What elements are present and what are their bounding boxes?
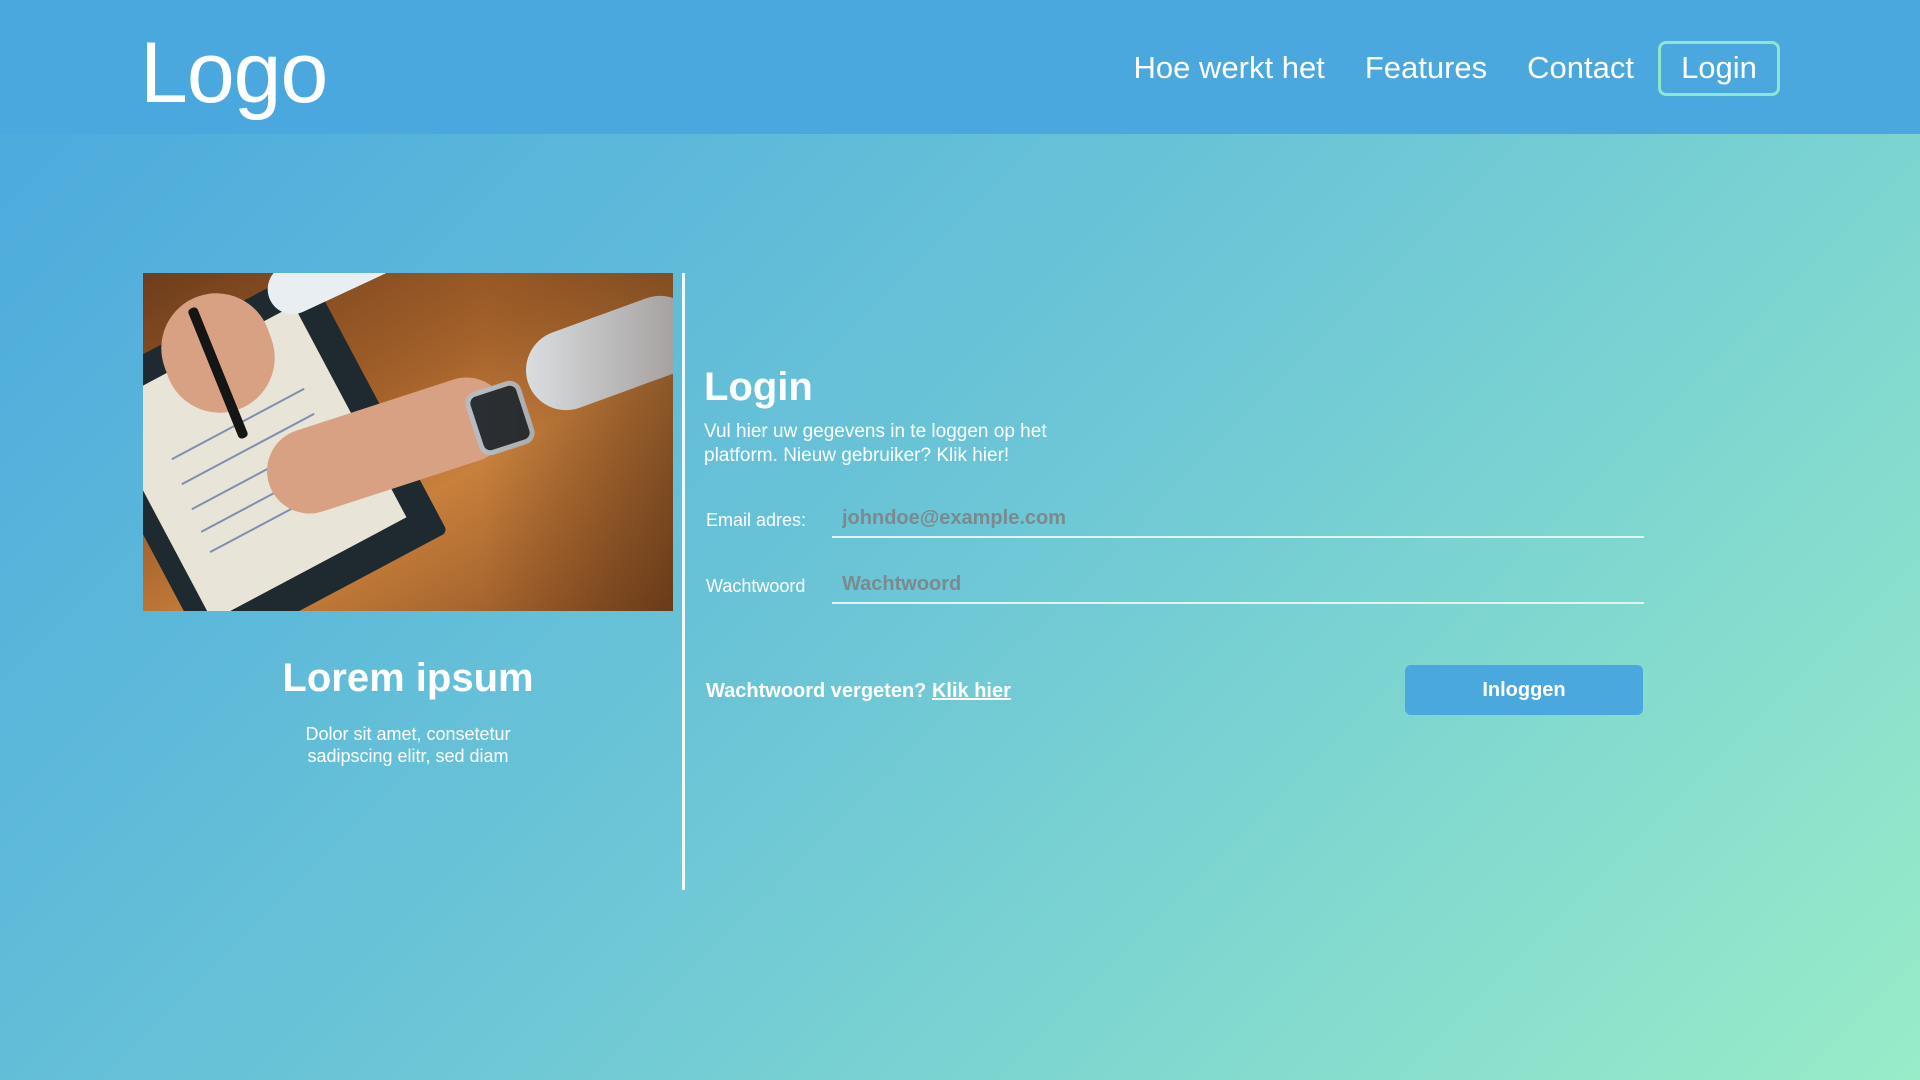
email-row: Email adres: — [706, 500, 1646, 540]
forgot-password-text: Wachtwoord vergeten? — [706, 680, 927, 702]
main-nav: Hoe werkt het Features Contact Login — [1094, 40, 1780, 96]
nav-link-hoe-werkt-het[interactable]: Hoe werkt het — [1134, 50, 1325, 86]
logo[interactable]: Logo — [140, 24, 328, 123]
email-input[interactable] — [832, 500, 1644, 538]
info-title: Lorem ipsum — [282, 656, 534, 700]
nav-link-contact[interactable]: Contact — [1527, 50, 1634, 86]
info-text: Dolor sit amet, consetetur sadipscing el… — [305, 724, 511, 766]
email-label: Email adres: — [706, 510, 807, 530]
hands-writing-notebook-photo — [143, 273, 673, 611]
password-label: Wachtwoord — [706, 576, 806, 596]
login-subtitle: Vul hier uw gegevens in te loggen op het… — [704, 421, 1047, 466]
vertical-divider — [682, 273, 685, 890]
password-input[interactable] — [832, 566, 1644, 604]
forgot-password: Wachtwoord vergeten? Klik hier — [706, 680, 1011, 703]
inloggen-button[interactable]: Inloggen — [1405, 665, 1643, 715]
info-panel: Lorem ipsum Dolor sit amet, consetetur s… — [143, 273, 673, 767]
login-form: Login Vul hier uw gegevens in te loggen … — [704, 365, 1644, 715]
login-title: Login — [704, 365, 813, 409]
password-row: Wachtwoord — [706, 566, 1646, 606]
nav-link-features[interactable]: Features — [1365, 50, 1487, 86]
forgot-password-link[interactable]: Klik hier — [932, 680, 1011, 702]
nav-login-button[interactable]: Login — [1658, 40, 1780, 96]
top-navbar: Logo Hoe werkt het Features Contact Logi… — [0, 0, 1920, 134]
